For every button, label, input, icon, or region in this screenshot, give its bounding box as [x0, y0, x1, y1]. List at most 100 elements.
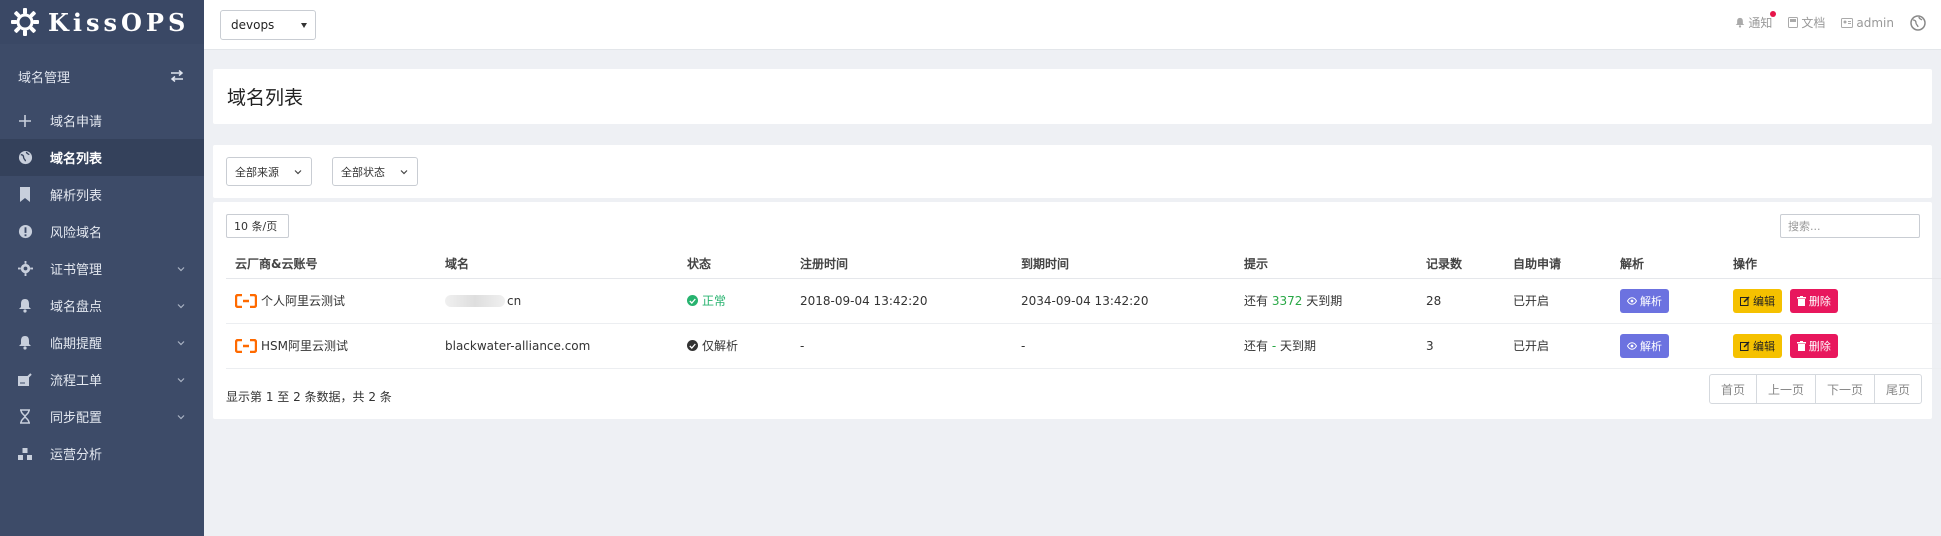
check-circle-icon — [687, 340, 698, 351]
check-circle-icon — [687, 295, 698, 306]
sidebar-item-cert-manage[interactable]: 证书管理 — [0, 250, 204, 287]
records-cell: 3 — [1417, 323, 1504, 369]
column-header[interactable]: 解析 — [1611, 249, 1724, 279]
column-header[interactable]: 状态 — [678, 249, 791, 279]
filter-card: 全部来源 全部状态 — [213, 145, 1932, 198]
chevron-down-icon — [177, 266, 185, 271]
page-size-select[interactable]: 10 条/页 — [226, 214, 289, 238]
column-header[interactable]: 提示 — [1235, 249, 1417, 279]
hourglass-icon — [16, 408, 34, 426]
sidebar-item-label: 风险域名 — [50, 226, 103, 241]
vendor-name: HSM阿里云测试 — [261, 339, 348, 353]
sidebar-item-label: 域名列表 — [50, 152, 103, 167]
language-button[interactable] — [1910, 14, 1929, 31]
column-header[interactable]: 操作 — [1724, 249, 1941, 279]
alert-icon — [16, 223, 34, 241]
sidebar-item-label: 同步配置 — [50, 411, 103, 426]
dns-button[interactable]: 解析 — [1620, 333, 1669, 358]
vendor-cell: 个人阿里云测试 — [226, 278, 436, 324]
cubes-icon — [16, 445, 34, 463]
notify-link[interactable]: 通知 — [1735, 11, 1777, 31]
self-service-cell: 已开启 — [1504, 323, 1611, 369]
bell-icon — [16, 297, 34, 315]
sidebar-item-domain-list[interactable]: 域名列表 — [0, 139, 204, 176]
source-filter-select[interactable]: 全部来源 — [226, 157, 312, 186]
chevron-down-icon — [177, 303, 185, 308]
bell-icon — [1736, 17, 1745, 28]
delete-button[interactable]: 删除 — [1789, 333, 1838, 358]
status-label: 仅解析 — [702, 339, 739, 353]
column-header[interactable]: 到期时间 — [1012, 249, 1235, 279]
next-page-button[interactable]: 下一页 — [1814, 375, 1874, 403]
table-summary: 显示第 1 至 2 条数据，共 2 条 — [226, 390, 392, 404]
first-page-button[interactable]: 首页 — [1710, 375, 1756, 403]
dns-button-label: 解析 — [1640, 295, 1662, 308]
column-header[interactable]: 记录数 — [1417, 249, 1504, 279]
dns-cell: 解析 — [1611, 323, 1724, 369]
dns-button[interactable]: 解析 — [1620, 288, 1669, 313]
sidebar-item-risk-domain[interactable]: 风险域名 — [0, 213, 204, 250]
environment-select-value: devops — [231, 18, 275, 32]
swap-icon[interactable] — [170, 70, 184, 82]
hint-prefix: 还有 — [1244, 294, 1269, 308]
table-header-row: 云厂商&云账号 域名 状态 注册时间 到期时间 提示 记录数 自助申请 解析 操… — [226, 249, 1941, 279]
column-header[interactable]: 域名 — [436, 249, 678, 279]
hint-cell: 还有 - 天到期 — [1235, 323, 1417, 369]
column-header[interactable]: 云厂商&云账号 — [226, 249, 436, 279]
chevron-down-icon — [177, 377, 185, 382]
sidebar-item-ops-analysis[interactable]: 运营分析 — [0, 435, 204, 472]
hint-suffix: 天到期 — [1280, 339, 1317, 353]
domain-table: 云厂商&云账号 域名 状态 注册时间 到期时间 提示 记录数 自助申请 解析 操… — [226, 249, 1941, 369]
sidebar-item-sync-config[interactable]: 同步配置 — [0, 398, 204, 435]
docs-link[interactable]: 文档 — [1788, 14, 1825, 31]
edit-button-label: 编辑 — [1753, 295, 1775, 308]
user-menu[interactable]: admin — [1841, 16, 1894, 30]
edit-button[interactable]: 编辑 — [1733, 333, 1782, 358]
domain-cell: cn — [436, 278, 678, 324]
sidebar-item-label: 运营分析 — [50, 448, 103, 463]
status-filter-value: 全部状态 — [341, 165, 385, 179]
dns-button-label: 解析 — [1640, 340, 1662, 353]
sidebar-item-label: 域名申请 — [50, 115, 103, 130]
search-input[interactable] — [1780, 214, 1920, 238]
status-filter-select[interactable]: 全部状态 — [332, 157, 418, 186]
status-label: 正常 — [702, 294, 727, 308]
sidebar-item-expiry-reminder[interactable]: 临期提醒 — [0, 324, 204, 361]
column-header[interactable]: 注册时间 — [791, 249, 1012, 279]
edit-button[interactable]: 编辑 — [1733, 288, 1782, 313]
sidebar-item-label: 流程工单 — [50, 374, 103, 389]
sidebar-item-label: 域名盘点 — [50, 300, 103, 315]
table-row: 个人阿里云测试 cn 正常 2018-09-04 13:42:20 2034-0… — [226, 278, 1941, 324]
bell-icon — [16, 334, 34, 352]
logo[interactable]: KissOPS — [0, 0, 204, 44]
chevron-down-icon — [177, 340, 185, 345]
trash-icon — [1796, 340, 1806, 351]
gear-logo-icon — [11, 8, 39, 36]
edit-icon — [1740, 340, 1750, 351]
sidebar-item-dns-list[interactable]: 解析列表 — [0, 176, 204, 213]
last-page-button[interactable]: 尾页 — [1873, 375, 1921, 403]
status-cell: 正常 — [678, 278, 791, 324]
sidebar-item-workflow[interactable]: 流程工单 — [0, 361, 204, 398]
chevron-down-icon — [400, 169, 408, 174]
column-header[interactable]: 自助申请 — [1504, 249, 1611, 279]
environment-select[interactable]: devops — [220, 10, 316, 40]
page-title-card: 域名列表 — [213, 69, 1932, 124]
notify-label: 通知 — [1748, 16, 1773, 30]
vendor-name: 个人阿里云测试 — [261, 294, 346, 308]
sidebar-item-domain-inventory[interactable]: 域名盘点 — [0, 287, 204, 324]
sidebar-item-domain-apply[interactable]: 域名申请 — [0, 102, 204, 139]
registered-cell: - — [791, 323, 1012, 369]
prev-page-button[interactable]: 上一页 — [1755, 375, 1815, 403]
obscured-domain — [445, 295, 505, 307]
sidebar: KissOPS 域名管理 域名申请 域名列表 解析列表 风险域名 证书管理 域名… — [0, 0, 204, 536]
delete-button[interactable]: 删除 — [1789, 288, 1838, 313]
registered-cell: 2018-09-04 13:42:20 — [791, 278, 1012, 324]
id-card-icon — [1841, 17, 1854, 28]
eye-icon — [1627, 341, 1637, 350]
top-bar: devops 通知 文档 admin — [204, 0, 1941, 50]
hint-days: - — [1271, 339, 1277, 353]
table-card: 10 条/页 云厂商&云账号 域名 状态 注册时间 到期时间 提示 记录数 自助… — [213, 202, 1941, 419]
domain-name: blackwater-alliance.com — [445, 338, 591, 353]
pagination: 首页 上一页 下一页 尾页 — [1708, 374, 1922, 404]
